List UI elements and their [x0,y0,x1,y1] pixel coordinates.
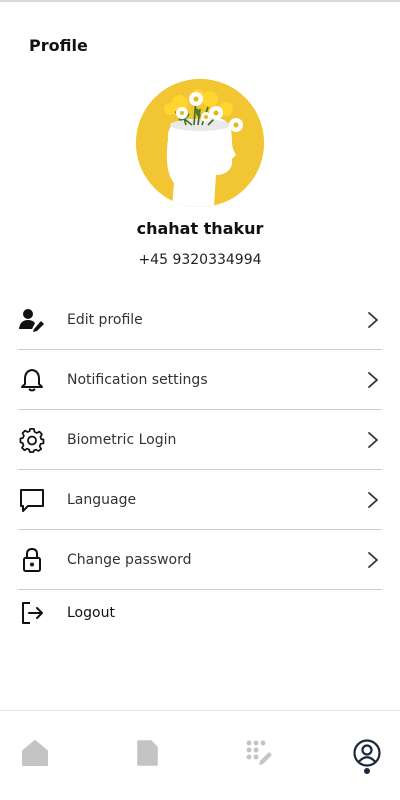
active-tab-indicator [364,768,370,774]
gear-icon [18,426,46,454]
nav-home-button[interactable] [19,739,51,771]
bell-icon [18,366,46,394]
document-icon [132,738,162,772]
nav-dialpad-button[interactable] [243,739,275,771]
home-icon [20,738,50,772]
chat-bubble-icon [18,486,46,514]
page-title: Profile [29,36,88,55]
bottom-nav [0,710,400,800]
chevron-right-icon [366,431,380,449]
menu-item-language[interactable]: Language [18,470,382,530]
chevron-right-icon [366,371,380,389]
menu-item-label: Logout [67,605,115,621]
menu-item-logout[interactable]: Logout [18,590,382,636]
logout-icon [18,599,46,627]
nav-profile-button[interactable] [351,739,383,771]
edit-user-icon [18,306,46,334]
chevron-right-icon [366,491,380,509]
menu-item-label: Biometric Login [67,431,177,448]
menu-item-biometric-login[interactable]: Biometric Login [18,410,382,470]
menu-item-edit-profile[interactable]: Edit profile [18,290,382,350]
profile-icon [352,738,382,772]
user-name: chahat thakur [136,219,264,238]
avatar[interactable] [136,79,264,207]
top-divider [0,0,400,2]
avatar-image [136,79,264,207]
chevron-right-icon [366,311,380,329]
settings-menu: Edit profile Notification settings Biome… [18,290,382,636]
user-phone: +45 9320334994 [138,252,262,268]
menu-item-label: Language [67,491,137,508]
chevron-right-icon [366,551,380,569]
menu-item-label: Change password [67,551,192,568]
lock-icon [18,546,46,574]
menu-item-label: Edit profile [67,311,143,328]
menu-item-label: Notification settings [67,371,208,388]
nav-documents-button[interactable] [131,739,163,771]
menu-item-change-password[interactable]: Change password [18,530,382,590]
menu-item-notification-settings[interactable]: Notification settings [18,350,382,410]
dial-pad-edit-icon [244,738,274,772]
